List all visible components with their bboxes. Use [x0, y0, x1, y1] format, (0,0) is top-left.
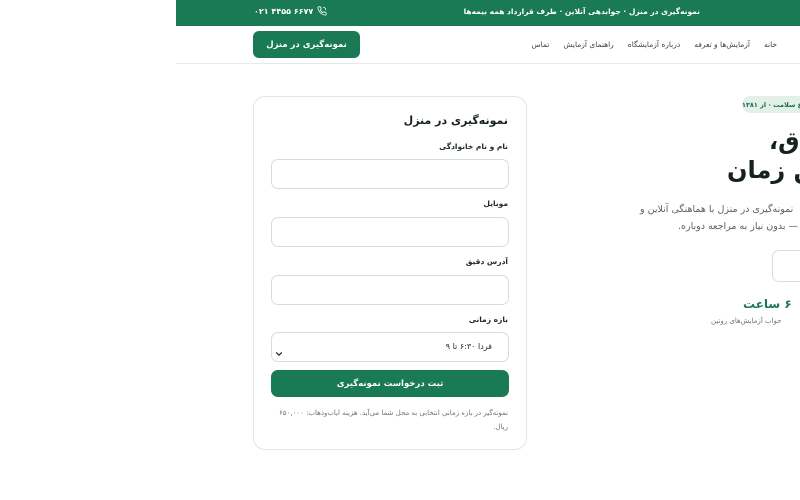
hero-badge: ع سلامت · از ۱۳۸۱ [742, 96, 800, 113]
mobile-input[interactable] [271, 217, 509, 247]
phone-icon [317, 6, 327, 16]
form-title: نمونه‌گیری در منزل [403, 114, 508, 127]
hero-description-line2: ی — بدون نیاز به مراجعه دوباره. [678, 221, 800, 232]
address-input[interactable] [271, 275, 509, 305]
address-label: آدرس دقیق [465, 257, 508, 266]
time-range-select[interactable]: فردا ۶:۳۰ تا ۹ [271, 332, 509, 362]
stat-label: جواب آزمایش‌های روتین [711, 317, 782, 325]
hero-title-line1: ق، [769, 127, 800, 155]
announcement-text: نمونه‌گیری در منزل · جوابدهی آنلاین · طر… [463, 7, 700, 16]
mobile-label: موبایل [483, 199, 509, 208]
sampling-form-card: نمونه‌گیری در منزل نام و نام خانوادگی مو… [253, 96, 527, 450]
top-announcement-bar: نمونه‌گیری در منزل · جوابدهی آنلاین · طر… [176, 0, 800, 26]
hero-description-line1: نمونه‌گیری در منزل با هماهنگی آنلاین و [640, 204, 794, 215]
nav-link-contact[interactable]: تماس [531, 40, 549, 49]
time-range-selected: فردا ۶:۳۰ تا ۹ [445, 342, 492, 351]
nav-link-tests-pricing[interactable]: آزمایش‌ها و تعرفه [694, 40, 750, 49]
hero-badge-text: ع سلامت · از ۱۳۸۱ [742, 100, 800, 109]
chevron-down-icon [275, 343, 283, 362]
phone-contact[interactable]: ۰۲۱ ۴۴۵۵ ۶۶۷۷ [254, 6, 327, 16]
phone-number: ۰۲۱ ۴۴۵۵ ۶۶۷۷ [254, 6, 314, 16]
submit-request-button[interactable]: ثبت درخواست نمونه‌گیری [271, 370, 509, 397]
hero-secondary-button[interactable] [772, 250, 800, 282]
home-sampling-button[interactable]: نمونه‌گیری در منزل [253, 31, 360, 58]
hero-title-line2: ین زمان [727, 156, 800, 184]
name-label: نام و نام خانوادگی [439, 142, 508, 151]
nav-link-test-guide[interactable]: راهنمای آزمایش [563, 40, 613, 49]
name-input[interactable] [271, 159, 509, 189]
main-navigation: خانه آزمایش‌ها و تعرفه درباره آزمایشگاه … [176, 26, 800, 64]
form-note: نمونه‌گیر در بازه زمانی انتخابی به محل ش… [279, 409, 508, 431]
stat-value: ۶ ساعت [743, 297, 792, 311]
nav-link-about[interactable]: درباره آزمایشگاه [628, 40, 680, 49]
time-range-label: بازه زمانی [468, 315, 508, 324]
nav-links: خانه آزمایش‌ها و تعرفه درباره آزمایشگاه … [531, 40, 777, 49]
nav-link-home[interactable]: خانه [764, 40, 777, 49]
